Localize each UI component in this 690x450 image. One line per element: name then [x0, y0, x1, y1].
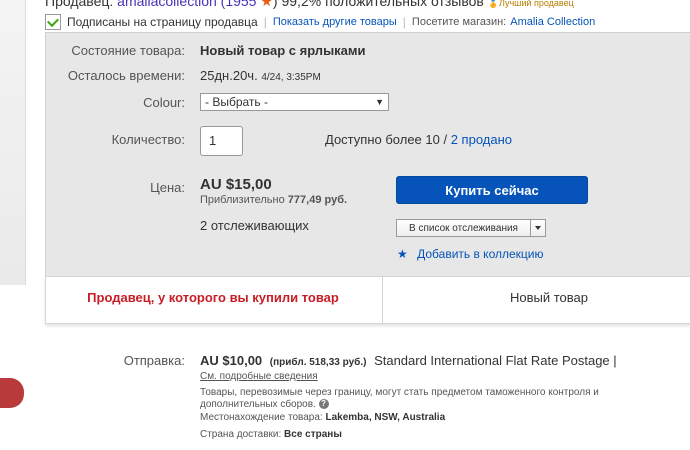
top-seller-label: Лучший продавец — [498, 0, 574, 8]
buy-now-button[interactable]: Купить сейчас — [396, 176, 588, 204]
visit-store-label: Посетите магазин: — [411, 16, 507, 28]
subscribe-checkbox[interactable] — [45, 14, 61, 30]
item-photo-edge[interactable] — [0, 0, 26, 285]
customs-note-line1: Товары, перевозимые через границу, могут… — [200, 387, 599, 398]
add-collection-link[interactable]: Добавить в коллекцию — [417, 247, 543, 261]
seller-score[interactable]: (1955 — [221, 0, 257, 9]
check-icon — [46, 14, 60, 27]
watchlist-button[interactable]: В список отслеживания — [396, 219, 546, 237]
time-left: 25дн.20ч. 4/24, 3:35PM — [200, 68, 321, 83]
customs-note-line2: дополнительных сборов. — [200, 399, 316, 410]
store-link[interactable]: Amalia Collection — [510, 16, 595, 28]
shipping-info: AU $10,00 (прибл. 518,33 руб.) Standard … — [200, 353, 617, 368]
time-left-date: 4/24, 3:35PM — [261, 72, 321, 83]
approx-label: Приблизительно — [200, 194, 285, 206]
shipping-cost: AU $10,00 — [200, 353, 263, 368]
help-icon[interactable]: ? — [318, 399, 329, 410]
time-left-value: 25дн.20ч. — [200, 68, 258, 83]
shipping-label: Отправка: — [123, 353, 185, 368]
dropdown-arrow-icon: ▼ — [375, 97, 384, 107]
subscribe-row: Подписаны на страницу продавца | Показат… — [45, 13, 595, 31]
location-label: Местонахождение товара: — [200, 412, 323, 423]
divider: | — [263, 15, 267, 29]
seller-feedback: 99,2% положительных отзывов — [281, 0, 484, 9]
location-value: Lakemba, NSW, Australia — [325, 412, 446, 423]
customs-note-line2-wrap: дополнительных сборов. ? — [200, 399, 640, 411]
seller-info: Продавец: amaliacollection (1955 ★) 99,2… — [45, 0, 574, 10]
condition-label: Состояние товара: — [71, 43, 185, 58]
seller-score-close: ) — [272, 0, 278, 9]
customs-note: Товары, перевозимые через границу, могут… — [200, 387, 640, 411]
add-collection[interactable]: ★ Добавить в коллекцию — [397, 247, 543, 261]
shipping-approx: (прибл. 518,33 руб.) — [269, 357, 367, 368]
price-label: Цена: — [150, 180, 185, 195]
chevron-down-icon — [535, 226, 541, 230]
watchlist-dropdown[interactable] — [531, 220, 545, 236]
shipping-service: Standard International Flat Rate Postage… — [374, 353, 617, 368]
star-icon: ★ — [397, 247, 408, 261]
approx-value: 777,49 руб. — [287, 194, 348, 206]
colour-select[interactable]: - Выбрать - ▼ — [200, 93, 389, 111]
item-thumbnail-edge[interactable] — [0, 378, 24, 408]
sold-link[interactable]: 2 продано — [451, 132, 512, 147]
colour-label: Colour: — [143, 95, 185, 110]
watchers-count: 2 отслеживающих — [200, 218, 309, 233]
price-value: AU $15,00 — [200, 176, 272, 193]
colour-selected: - Выбрать - — [205, 95, 268, 109]
country-value: Все страны — [284, 429, 342, 440]
star-icon: ★ — [260, 0, 273, 9]
quantity-input[interactable]: 1 — [200, 126, 243, 156]
seller-name-link[interactable]: amaliacollection — [117, 0, 217, 9]
item-location: Местонахождение товара: Lakemba, NSW, Au… — [200, 412, 445, 423]
tab-seller-bought[interactable]: Продавец, у которого вы купили товар — [45, 290, 381, 305]
country-label: Страна доставки: — [200, 429, 282, 440]
price-approx: Приблизительно 777,49 руб. — [200, 194, 347, 206]
tab-new-item[interactable]: Новый товар — [382, 290, 690, 305]
seller-label: Продавец: — [45, 0, 114, 9]
shipping-details-link[interactable]: См. подробные сведения — [200, 371, 318, 382]
other-items-link[interactable]: Показать другие товары — [273, 16, 397, 28]
availability: Доступно более 10 / 2 продано — [325, 132, 512, 147]
condition-value: Новый товар с ярлыками — [200, 43, 366, 58]
ships-to: Страна доставки: Все страны — [200, 429, 342, 440]
quantity-label: Количество: — [111, 132, 185, 147]
watchlist-label[interactable]: В список отслеживания — [397, 220, 531, 236]
available-text: Доступно более 10 / — [325, 132, 448, 147]
subscribe-label[interactable]: Подписаны на страницу продавца — [67, 15, 258, 29]
top-seller-badge: 🏅Лучший продавец — [487, 0, 574, 8]
time-left-label: Осталось времени: — [67, 68, 185, 83]
divider: | — [402, 15, 406, 29]
